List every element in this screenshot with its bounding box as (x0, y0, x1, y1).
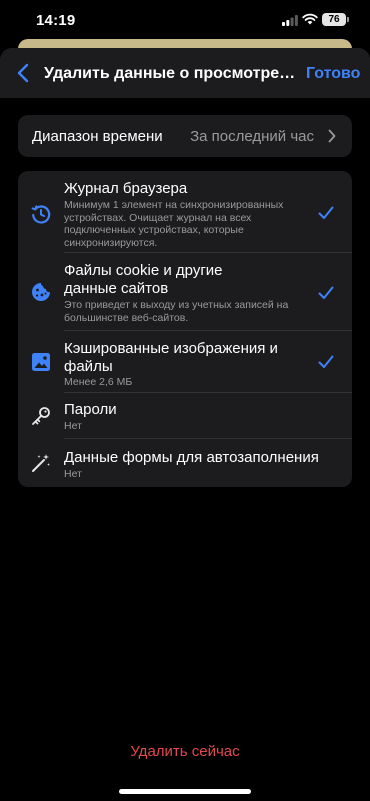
data-types-list: Журнал браузера Минимум 1 элемент на син… (18, 171, 352, 487)
home-indicator[interactable] (119, 789, 251, 794)
key-icon (32, 407, 50, 425)
option-title: Файлы cookie и другие данные сайтов (64, 262, 223, 297)
option-title: Данные формы для автозаполнения (64, 449, 319, 466)
page-title: Удалить данные о просмотре веб… (44, 65, 296, 82)
option-title: Кэшированные изображения и файлы (64, 340, 278, 375)
checkmark-icon (318, 286, 334, 299)
wifi-icon (302, 13, 318, 25)
option-subtitle: Это приведет к выходу из учетных записей… (64, 299, 289, 324)
option-cookies[interactable]: Файлы cookie и другие данные сайтов Это … (18, 253, 352, 331)
status-time: 14:19 (36, 12, 76, 29)
option-title: Журнал браузера (64, 180, 188, 197)
time-range-row[interactable]: Диапазон времени За последний час (18, 115, 352, 157)
option-browsing-history[interactable]: Журнал браузера Минимум 1 элемент на син… (18, 171, 352, 253)
option-subtitle: Нет (64, 420, 82, 432)
option-passwords[interactable]: Пароли Нет (18, 393, 352, 439)
option-subtitle: Менее 2,6 МБ (64, 376, 133, 388)
magic-wand-icon (32, 454, 50, 472)
option-subtitle: Минимум 1 элемент на синхронизированных … (64, 199, 284, 249)
option-autofill[interactable]: Данные формы для автозаполнения Нет (18, 439, 352, 487)
back-chevron-icon[interactable] (16, 63, 32, 83)
time-range-label: Диапазон времени (32, 128, 163, 145)
delete-now-button[interactable]: Удалить сейчас (0, 743, 370, 760)
battery-indicator: 76 (322, 13, 349, 26)
cookie-icon (32, 283, 50, 301)
status-bar: 14:19 76 (0, 0, 370, 40)
option-cached-images[interactable]: Кэшированные изображения и файлы Менее 2… (18, 331, 352, 393)
chevron-right-icon (328, 129, 336, 143)
option-title: Пароли (64, 401, 117, 418)
checkmark-icon (318, 206, 334, 219)
signal-icon (282, 15, 298, 26)
time-range-value: За последний час (190, 128, 314, 145)
history-icon (31, 205, 51, 224)
done-button[interactable]: Готово (306, 65, 360, 83)
image-icon (32, 353, 50, 371)
checkmark-icon (318, 355, 334, 368)
option-subtitle: Нет (64, 468, 82, 480)
